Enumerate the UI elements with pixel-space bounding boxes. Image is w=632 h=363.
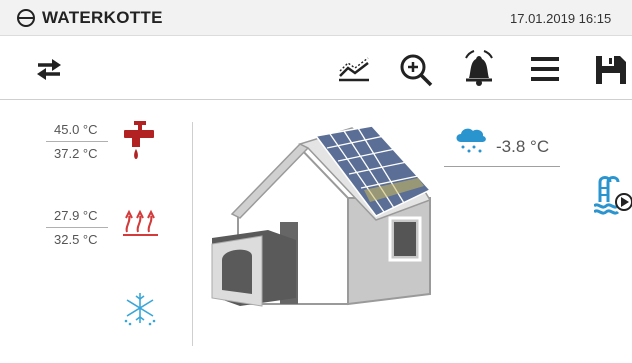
bell-icon[interactable]: [462, 50, 496, 88]
hot-water-temp-bottom: 37.2 °C: [54, 146, 98, 161]
heating-arrows-icon[interactable]: [122, 206, 160, 238]
outdoor-divider: [444, 166, 560, 167]
brand-name: WATERKOTTE: [42, 8, 163, 27]
heating-temp-top: 27.9 °C: [54, 208, 98, 223]
brand: WATERKOTTE: [16, 8, 163, 28]
date-time: 17.01.2019 16:15: [510, 11, 612, 26]
toolbar: [0, 36, 632, 100]
hot-water-temp-top: 45.0 °C: [54, 122, 98, 137]
zoom-in-icon[interactable]: [399, 53, 433, 87]
brand-logo-icon: [17, 9, 35, 27]
house-illustration: [211, 125, 432, 307]
hot-water-divider: [46, 141, 108, 142]
save-icon[interactable]: [596, 56, 626, 84]
chart-icon[interactable]: [337, 54, 371, 84]
panel-divider: [192, 122, 193, 346]
heating-divider: [46, 227, 108, 228]
snowflake-icon[interactable]: [120, 290, 160, 326]
faucet-icon[interactable]: [124, 119, 158, 161]
circuit-panel: [0, 100, 196, 363]
swap-arrows-icon[interactable]: [34, 58, 64, 80]
weather-snow-icon: [456, 128, 486, 153]
menu-icon[interactable]: [531, 56, 559, 82]
pool-play-icon[interactable]: [594, 172, 632, 216]
title-bar: WATERKOTTE 17.01.2019 16:15: [0, 0, 632, 36]
heating-temp-bottom: 32.5 °C: [54, 232, 98, 247]
outdoor-temperature: -3.8 °C: [496, 137, 550, 156]
